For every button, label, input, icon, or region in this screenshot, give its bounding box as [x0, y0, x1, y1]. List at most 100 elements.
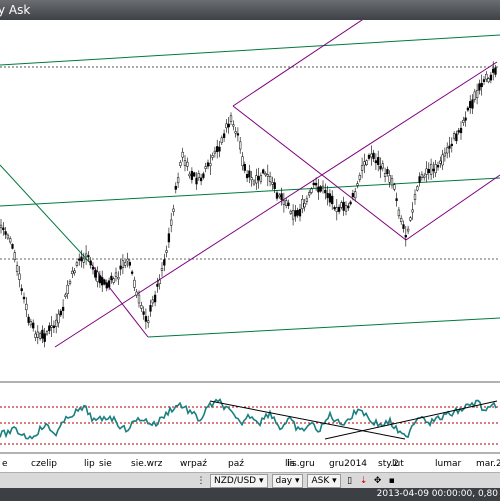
candle-body[interactable]	[206, 162, 210, 167]
candle-body[interactable]	[255, 175, 258, 184]
candle-body[interactable]	[351, 193, 355, 198]
candle-body[interactable]	[220, 137, 223, 143]
candle-body[interactable]	[469, 101, 472, 108]
candle-body[interactable]	[439, 160, 442, 164]
candle-body[interactable]	[404, 235, 407, 238]
candle-body[interactable]	[179, 162, 182, 166]
candle-body[interactable]	[227, 123, 230, 128]
candle-body[interactable]	[84, 253, 88, 257]
candle-body[interactable]	[248, 170, 251, 178]
candle-body[interactable]	[344, 205, 348, 212]
candle-body[interactable]	[80, 256, 83, 262]
candle-body[interactable]	[163, 259, 166, 266]
candle-body[interactable]	[0, 224, 3, 228]
candle-body[interactable]	[204, 166, 207, 169]
candle-body[interactable]	[176, 177, 180, 184]
instrument-selector[interactable]: NZD/USD ▾	[210, 474, 268, 488]
candle-body[interactable]	[13, 252, 16, 260]
candle-body[interactable]	[268, 176, 272, 182]
candle-body[interactable]	[232, 124, 235, 127]
candle-body[interactable]	[75, 262, 79, 266]
price-chart[interactable]	[0, 20, 500, 472]
candle-body[interactable]	[234, 131, 237, 134]
candle-body[interactable]	[443, 152, 447, 157]
channel-lower-right-line[interactable]	[405, 174, 500, 241]
candle-body[interactable]	[243, 164, 246, 171]
candle-body[interactable]	[360, 165, 364, 171]
candle-body[interactable]	[420, 174, 424, 178]
candle-body[interactable]	[183, 160, 187, 166]
candle-body[interactable]	[259, 175, 263, 182]
candle-body[interactable]	[485, 73, 488, 80]
candle-body[interactable]	[135, 291, 138, 296]
candle-body[interactable]	[383, 173, 387, 177]
candle-body[interactable]	[61, 306, 65, 311]
candle-body[interactable]	[386, 169, 389, 174]
candle-body[interactable]	[105, 282, 108, 289]
candle-body[interactable]	[4, 231, 7, 235]
candle-body[interactable]	[446, 147, 449, 154]
candle-body[interactable]	[480, 82, 483, 88]
candle-body[interactable]	[147, 320, 150, 323]
candle-body[interactable]	[89, 260, 92, 266]
candle-body[interactable]	[68, 280, 72, 284]
candle-body[interactable]	[475, 90, 479, 99]
candle-body[interactable]	[133, 279, 136, 288]
candle-body[interactable]	[326, 193, 329, 199]
candle-body[interactable]	[174, 185, 177, 190]
candle-body[interactable]	[252, 180, 256, 185]
candle-body[interactable]	[197, 173, 200, 178]
candle-body[interactable]	[356, 183, 359, 186]
channel-cross-line[interactable]	[232, 105, 407, 241]
candle-body[interactable]	[209, 163, 212, 167]
candle-body[interactable]	[94, 270, 97, 278]
candle-body[interactable]	[471, 99, 474, 109]
candle-body[interactable]	[181, 151, 184, 158]
candle-body[interactable]	[52, 325, 56, 329]
candle-body[interactable]	[416, 186, 419, 191]
candle-body[interactable]	[29, 321, 33, 326]
candle-body[interactable]	[107, 280, 111, 288]
candle-body[interactable]	[335, 207, 338, 212]
candle-body[interactable]	[190, 170, 194, 180]
candle-body[interactable]	[314, 182, 318, 186]
candle-body[interactable]	[494, 67, 497, 75]
candle-body[interactable]	[156, 283, 159, 287]
candle-body[interactable]	[114, 272, 118, 277]
candle-body[interactable]	[402, 224, 405, 229]
candle-body[interactable]	[367, 154, 371, 159]
oscillator-trend-line-up[interactable]	[324, 400, 498, 440]
candle-body[interactable]	[321, 185, 325, 189]
candle-body[interactable]	[294, 210, 297, 217]
candle-body[interactable]	[103, 279, 106, 285]
candle-body[interactable]	[342, 201, 345, 211]
candle-body[interactable]	[216, 146, 219, 153]
candle-body[interactable]	[101, 277, 104, 286]
candle-body[interactable]	[381, 163, 384, 169]
candle-body[interactable]	[331, 195, 334, 205]
candle-body[interactable]	[2, 227, 5, 231]
candle-body[interactable]	[32, 322, 35, 329]
candle-body[interactable]	[489, 74, 493, 81]
candle-body[interactable]	[96, 271, 99, 283]
candle-body[interactable]	[448, 145, 451, 149]
candle-body[interactable]	[349, 201, 352, 205]
candle-type-icon[interactable]: ▯	[345, 476, 355, 486]
candle-body[interactable]	[140, 305, 143, 309]
candle-body[interactable]	[418, 176, 421, 183]
candle-body[interactable]	[149, 305, 152, 312]
candlestick-series[interactable]	[0, 61, 497, 348]
candle-body[interactable]	[250, 177, 253, 181]
channel-lower-line[interactable]	[54, 61, 498, 348]
oscillator-line[interactable]	[0, 398, 497, 440]
candle-body[interactable]	[296, 209, 299, 216]
candle-body[interactable]	[222, 133, 226, 138]
candle-body[interactable]	[239, 141, 242, 150]
candle-body[interactable]	[333, 206, 336, 210]
candle-body[interactable]	[27, 316, 30, 323]
candle-body[interactable]	[308, 192, 311, 196]
candle-body[interactable]	[388, 175, 391, 183]
candle-body[interactable]	[45, 331, 49, 335]
candle-body[interactable]	[78, 258, 81, 261]
candle-body[interactable]	[450, 143, 453, 147]
